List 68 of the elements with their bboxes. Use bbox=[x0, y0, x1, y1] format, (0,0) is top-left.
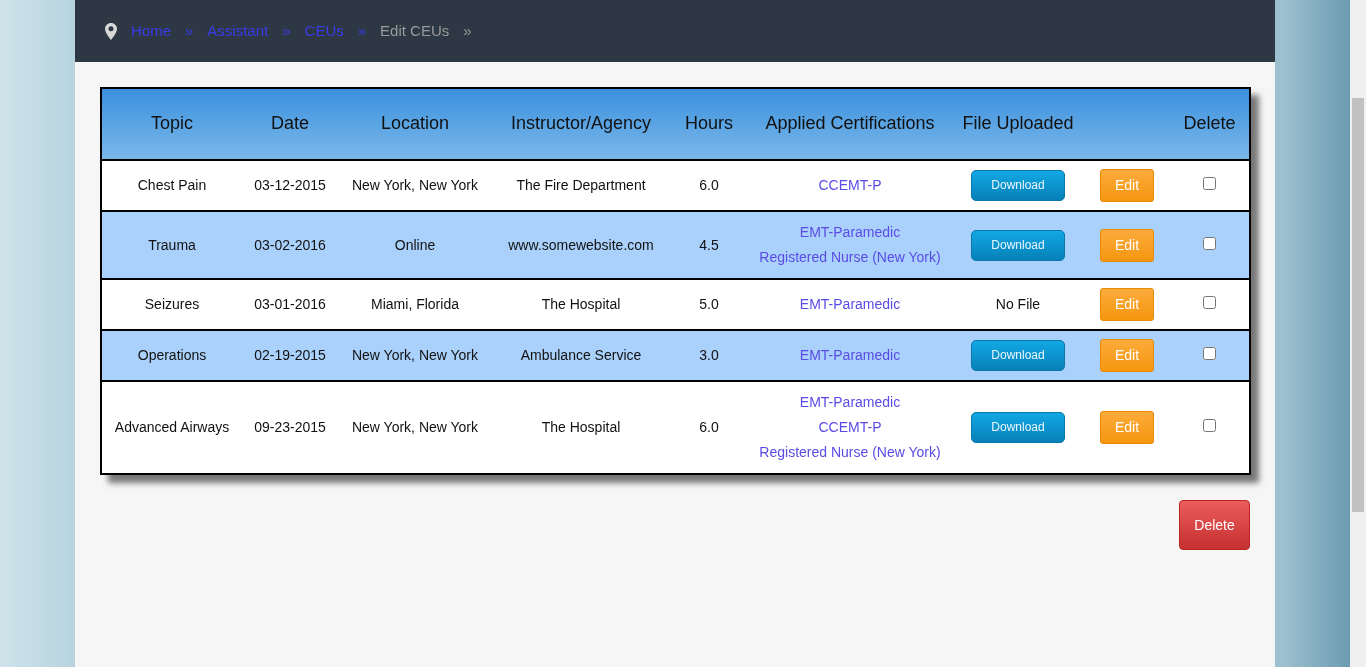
certification-text: CCEMT-P bbox=[818, 419, 882, 435]
edit-button[interactable]: Edit bbox=[1100, 228, 1154, 262]
column-header: Delete bbox=[1183, 113, 1236, 134]
breadcrumb-link[interactable]: CEUs bbox=[304, 19, 344, 43]
column-header: Hours bbox=[685, 113, 733, 134]
table-cell-text: 5.0 bbox=[699, 296, 719, 312]
separator-glyph: » bbox=[282, 20, 291, 41]
table-cell-text: 6.0 bbox=[699, 419, 719, 435]
certification-text: EMT-Paramedic bbox=[799, 296, 901, 312]
delete-checkbox[interactable] bbox=[1203, 177, 1216, 190]
certification-text: EMT-Paramedic bbox=[799, 224, 901, 240]
table-cell-text: Chest Pain bbox=[137, 177, 207, 193]
certification-text: EMT-Paramedic bbox=[799, 394, 901, 410]
table-cell-text: Ambulance Service bbox=[520, 347, 642, 363]
table-cell-text: www.somewebsite.com bbox=[508, 236, 654, 253]
column-header: File Uploaded bbox=[962, 113, 1074, 134]
breadcrumb-link[interactable]: Assistant bbox=[207, 19, 269, 43]
table-cell-text: Trauma bbox=[148, 236, 196, 253]
table-cell-text: New York, New York bbox=[351, 177, 479, 193]
certification-text: Registered Nurse (New York) bbox=[759, 444, 941, 460]
certification-text: EMT-Paramedic bbox=[799, 347, 901, 363]
table-cell-text: 03-02-2016 bbox=[254, 236, 326, 253]
table-cell-text: Miami, Florida bbox=[371, 296, 459, 312]
table-cell-text: Online bbox=[394, 236, 436, 253]
table-cell-text: 02-19-2015 bbox=[254, 347, 326, 363]
table-cell-text: Seizures bbox=[144, 296, 200, 312]
table-cell-text: Operations bbox=[137, 347, 207, 363]
breadcrumb-link[interactable]: Home bbox=[131, 19, 171, 43]
download-button[interactable]: Download bbox=[971, 412, 1065, 443]
table-cell-text: The Hospital bbox=[541, 296, 621, 312]
table-cell-text: Advanced Airways bbox=[114, 419, 230, 435]
no-file-text: No File bbox=[995, 296, 1041, 312]
delete-button[interactable]: Delete bbox=[1179, 500, 1250, 550]
column-header: Date bbox=[271, 113, 309, 134]
delete-checkbox[interactable] bbox=[1203, 296, 1216, 309]
column-header: Applied Certifications bbox=[765, 113, 935, 134]
separator-glyph: » bbox=[463, 20, 472, 41]
edit-button[interactable]: Edit bbox=[1100, 339, 1154, 372]
delete-checkbox[interactable] bbox=[1203, 347, 1216, 360]
breadcrumb-current: Edit CEUs bbox=[380, 20, 450, 41]
table-cell-text: New York, New York bbox=[351, 419, 479, 435]
table-cell-text: 3.0 bbox=[699, 347, 719, 363]
column-header: Topic bbox=[151, 113, 193, 134]
table-cell-text: 6.0 bbox=[699, 177, 719, 193]
table-cell-text: 03-01-2016 bbox=[254, 296, 326, 312]
table-cell-text: The Hospital bbox=[541, 419, 621, 435]
edit-button[interactable]: Edit bbox=[1100, 411, 1154, 444]
separator-glyph: » bbox=[185, 20, 194, 41]
column-header: Location bbox=[380, 113, 450, 134]
delete-checkbox[interactable] bbox=[1203, 236, 1216, 250]
separator-glyph: » bbox=[357, 20, 367, 41]
table-cell-text: 09-23-2015 bbox=[254, 419, 326, 435]
edit-button[interactable]: Edit bbox=[1100, 169, 1154, 202]
table-cell-text: The Fire Department bbox=[516, 177, 646, 193]
table-cell-text: 4.5 bbox=[699, 236, 719, 253]
scrollbar-thumb[interactable] bbox=[1352, 98, 1364, 512]
delete-checkbox[interactable] bbox=[1203, 419, 1216, 432]
certification-text: CCEMT-P bbox=[818, 177, 882, 193]
column-header: Instructor/Agency bbox=[510, 113, 652, 134]
edit-button[interactable]: Edit bbox=[1100, 288, 1154, 321]
scrollbar[interactable] bbox=[1350, 0, 1366, 667]
table-cell-text: 03-12-2015 bbox=[254, 177, 326, 193]
certification-text: Registered Nurse (New York) bbox=[759, 249, 941, 265]
download-button[interactable]: Download bbox=[971, 229, 1065, 261]
map-pin-icon bbox=[105, 22, 117, 40]
download-button[interactable]: Download bbox=[971, 170, 1065, 201]
table-cell-text: New York, New York bbox=[351, 347, 479, 363]
download-button[interactable]: Download bbox=[971, 340, 1065, 371]
